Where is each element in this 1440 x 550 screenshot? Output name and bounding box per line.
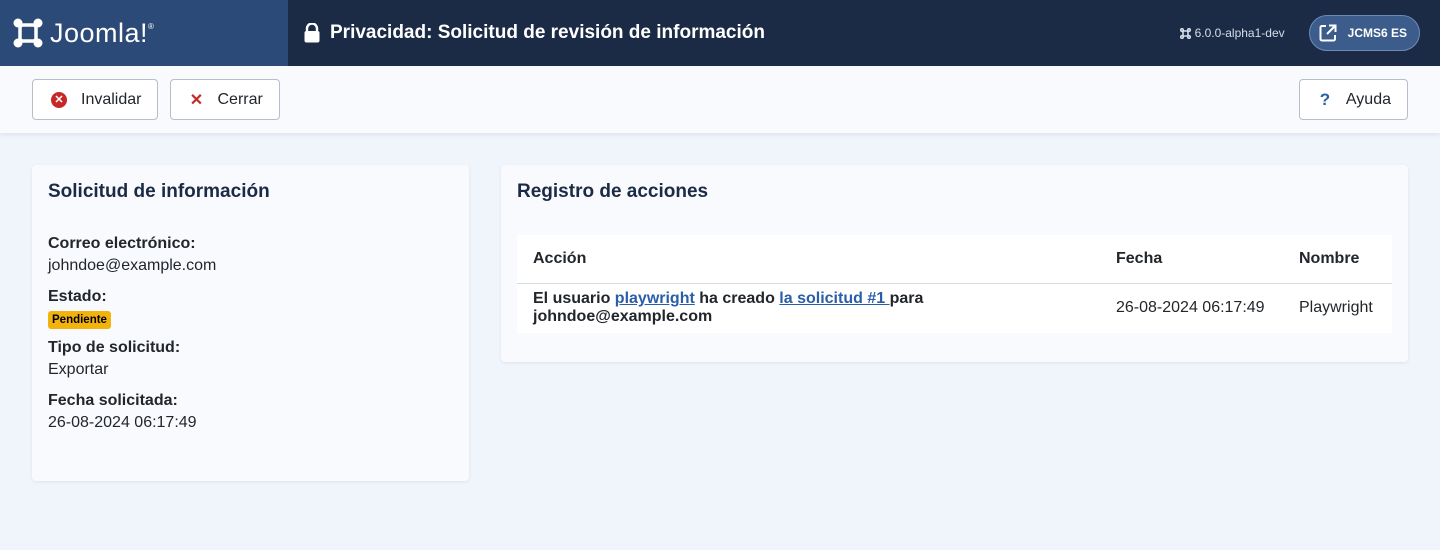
site-label: JCMS6 ES xyxy=(1347,26,1407,40)
date-cell: 26-08-2024 06:17:49 xyxy=(1100,283,1283,333)
action-log-card: Registro de acciones Acción Fecha Nombre… xyxy=(501,165,1408,362)
help-label: Ayuda xyxy=(1345,90,1391,108)
action-log-table: Acción Fecha Nombre El usuario playwrigh… xyxy=(517,235,1392,333)
user-link[interactable]: playwright xyxy=(615,290,695,307)
version-text: 6.0.0-alpha1-dev xyxy=(1194,26,1285,40)
request-type-value: Exportar xyxy=(48,361,109,378)
close-icon: ✕ xyxy=(189,91,204,109)
name-cell: Playwright xyxy=(1283,283,1392,333)
app-header: Joomla!® Privacidad: Solicitud de revisi… xyxy=(0,0,1440,66)
table-header-row: Acción Fecha Nombre xyxy=(517,235,1392,284)
request-type-label: Tipo de solicitud: xyxy=(48,339,181,356)
request-info-title: Solicitud de información xyxy=(48,181,270,202)
help-button[interactable]: ? Ayuda xyxy=(1298,79,1408,120)
requested-date-label: Fecha solicitada: xyxy=(48,392,178,409)
toolbar: ✕ Invalidar ✕ Cerrar ? Ayuda xyxy=(0,66,1440,133)
joomla-logo-icon xyxy=(13,18,43,48)
action-log-title: Registro de acciones xyxy=(517,181,709,202)
external-link-icon xyxy=(1319,24,1337,42)
action-prefix: El usuario xyxy=(533,290,615,308)
invalidate-label: Invalidar xyxy=(81,90,142,108)
email-label: Correo electrónico: xyxy=(48,235,196,252)
logo-text: Joomla! xyxy=(50,17,149,48)
version-info: 6.0.0-alpha1-dev xyxy=(1179,26,1285,40)
request-info-card: Solicitud de información Correo electrón… xyxy=(32,165,469,481)
action-cell: El usuario playwright ha creado la solic… xyxy=(517,283,1100,333)
page-title: Privacidad: Solicitud de revisión de inf… xyxy=(330,22,765,43)
status-label: Estado: xyxy=(48,288,107,305)
email-value: johndoe@example.com xyxy=(48,257,217,274)
question-icon: ? xyxy=(1319,89,1331,109)
action-mid: ha creado xyxy=(694,290,780,308)
view-site-button[interactable]: JCMS6 ES xyxy=(1308,15,1420,51)
logo-registered-mark: ® xyxy=(148,21,155,31)
joomla-logo[interactable]: Joomla!® xyxy=(0,0,288,66)
table-row: El usuario playwright ha creado la solic… xyxy=(517,283,1392,333)
status-badge: Pendiente xyxy=(48,311,111,329)
column-header-date: Fecha xyxy=(1100,235,1283,284)
joomla-small-icon xyxy=(1179,27,1191,39)
close-button[interactable]: ✕ Cerrar xyxy=(170,79,280,120)
invalidate-button[interactable]: ✕ Invalidar xyxy=(32,79,159,120)
requested-date-value: 26-08-2024 06:17:49 xyxy=(48,414,197,431)
times-circle-icon: ✕ xyxy=(51,91,67,108)
request-link[interactable]: la solicitud #1 xyxy=(779,290,889,307)
close-label: Cerrar xyxy=(217,90,263,108)
column-header-action: Acción xyxy=(517,235,1100,284)
lock-icon xyxy=(304,23,320,43)
column-header-name: Nombre xyxy=(1283,235,1392,284)
